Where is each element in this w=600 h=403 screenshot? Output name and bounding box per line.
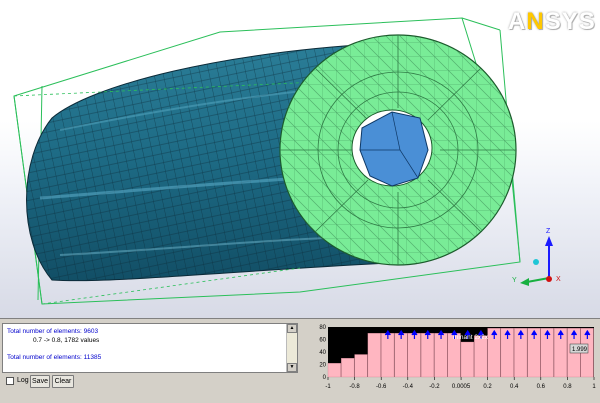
histogram-bar (354, 354, 368, 378)
ansys-logo: ANSYS (508, 8, 596, 35)
quality-histogram: 80 60 40 20 0 -1 -0.8 -0.6 -0.4 -0.2 0.0005 0.2 0.4… (319, 325, 596, 390)
histogram-bar (474, 335, 488, 378)
log-checkbox[interactable] (6, 377, 14, 385)
save-button[interactable]: Save (30, 375, 50, 388)
axis-label-z: Z (546, 228, 551, 235)
scroll-down-icon[interactable]: ▼ (287, 363, 297, 372)
y-tick-label: 0 (323, 375, 327, 381)
annular-end-face (279, 34, 517, 266)
message-log[interactable]: Total number of elements: 9603 0.7 -> 0.… (2, 323, 298, 373)
axis-label-y: Y (512, 277, 517, 284)
histogram-title: minant 2x2x (453, 334, 489, 341)
y-tick-label: 40 (319, 350, 326, 356)
y-tick-label: 20 (319, 363, 326, 369)
quality-panel: Total number of elements: 9603 0.7 -> 0.… (0, 318, 600, 403)
histogram-bar (407, 333, 421, 378)
x-tick-label: 0.4 (510, 384, 519, 390)
histogram-bar (434, 333, 448, 378)
log-line: Total number of elements: 11385 (7, 354, 102, 361)
histogram-bar (327, 363, 341, 378)
histogram-bar (420, 333, 435, 378)
y-tick-label: 60 (319, 338, 326, 344)
x-tick-label: -0.8 (349, 384, 360, 390)
histogram-bar (341, 358, 355, 378)
y-tick-label: 80 (319, 325, 326, 331)
axis-triad (520, 236, 553, 286)
graphics-viewport[interactable]: ANSYS Z Y X (0, 0, 600, 318)
x-tick-label: -1 (325, 384, 331, 390)
value-box-text: 1.999 (572, 347, 588, 353)
log-line: 0.7 -> 0.8, 1782 values (33, 337, 100, 344)
x-tick-label: 0.8 (563, 384, 572, 390)
histogram-bar (367, 333, 381, 378)
log-line: Total number of elements: 9603 (7, 328, 99, 335)
axis-label-x: X (556, 276, 561, 283)
x-tick-label: 1 (592, 384, 596, 390)
x-tick-label: 0.0005 (452, 384, 471, 390)
scroll-up-icon[interactable]: ▲ (287, 324, 297, 333)
x-tick-label: 0.6 (537, 384, 546, 390)
mesh-view (13, 17, 553, 305)
histogram-bar (381, 333, 395, 378)
x-tick-label: -0.2 (429, 384, 440, 390)
log-scrollbar[interactable]: ▲ ▼ (286, 324, 297, 372)
x-tick-label: 0.2 (483, 384, 492, 390)
x-tick-label: -0.4 (403, 384, 414, 390)
histogram-bar (394, 333, 408, 378)
histogram-bar (460, 341, 474, 378)
clear-button[interactable]: Clear (52, 375, 74, 388)
log-checkbox-label: Log (17, 377, 29, 384)
x-tick-label: -0.6 (376, 384, 387, 390)
